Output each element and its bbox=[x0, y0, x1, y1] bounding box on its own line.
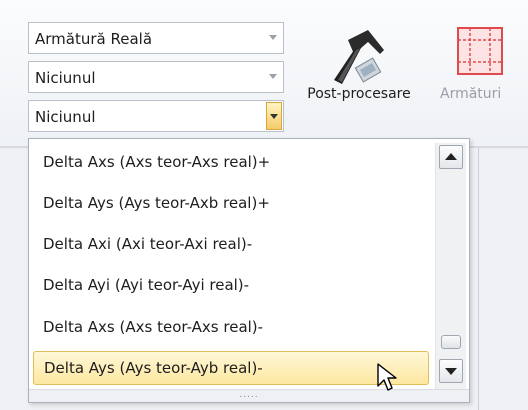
chevron-down-icon bbox=[269, 35, 277, 40]
list-item-selected[interactable]: Delta Ays (Ays teor-Ayb real)- bbox=[33, 351, 429, 385]
component-combo[interactable]: Niciunul bbox=[28, 61, 284, 93]
delta-combo[interactable]: Niciunul bbox=[28, 100, 284, 132]
list-item-label: Delta Ays (Ays teor-Ayb real)- bbox=[44, 359, 263, 377]
chevron-down-icon bbox=[270, 114, 278, 119]
rebars-button[interactable]: Armături bbox=[440, 20, 528, 102]
list-item-label: Delta Axi (Axi teor-Axi real)- bbox=[43, 235, 253, 253]
rebar-grid-icon bbox=[452, 20, 508, 86]
delta-value: Niciunul bbox=[35, 108, 96, 126]
scroll-down-icon bbox=[445, 368, 457, 375]
list-item-label: Delta Ays (Ays teor-Axb real)+ bbox=[43, 194, 270, 212]
rebars-label: Armături bbox=[440, 86, 502, 102]
scroll-up-icon bbox=[445, 153, 457, 160]
chevron-down-icon bbox=[269, 74, 277, 79]
postprocess-label: Post-procesare bbox=[307, 86, 411, 102]
list-item-label: Delta Axs (Axs teor-Axs real)- bbox=[43, 318, 264, 336]
dropdown-arrow-button[interactable] bbox=[266, 102, 282, 130]
resize-grip-dots: ..... bbox=[239, 390, 259, 400]
result-type-combo[interactable]: Armătură Reală bbox=[28, 22, 284, 54]
panel-divider bbox=[478, 148, 479, 410]
scroll-up-button[interactable] bbox=[439, 145, 463, 169]
list-item[interactable]: Delta Ayi (Ayi teor-Ayi real)- bbox=[33, 269, 429, 303]
mouse-pointer-icon bbox=[376, 362, 398, 396]
list-item[interactable]: Delta Axs (Axs teor-Axs real)- bbox=[33, 311, 429, 345]
scroll-thumb[interactable] bbox=[441, 335, 461, 349]
delta-dropdown-list[interactable]: Delta Axs (Axs teor-Axs real)+ Delta Ays… bbox=[28, 138, 470, 403]
result-type-value: Armătură Reală bbox=[35, 30, 153, 48]
postprocess-button[interactable]: Post-procesare bbox=[286, 20, 432, 102]
list-item-label: Delta Ayi (Ayi teor-Ayi real)- bbox=[43, 276, 250, 294]
resize-grip[interactable]: ..... bbox=[29, 389, 469, 402]
scroll-down-button[interactable] bbox=[439, 359, 463, 383]
component-value: Niciunul bbox=[35, 69, 96, 87]
scrollbar[interactable] bbox=[435, 143, 466, 389]
hammer-icon bbox=[328, 20, 390, 86]
list-item[interactable]: Delta Axs (Axs teor-Axs real)+ bbox=[33, 146, 429, 180]
list-item[interactable]: Delta Ays (Ays teor-Axb real)+ bbox=[33, 187, 429, 221]
list-item[interactable]: Delta Axi (Axi teor-Axi real)- bbox=[33, 228, 429, 262]
list-item-label: Delta Axs (Axs teor-Axs real)+ bbox=[43, 153, 271, 171]
